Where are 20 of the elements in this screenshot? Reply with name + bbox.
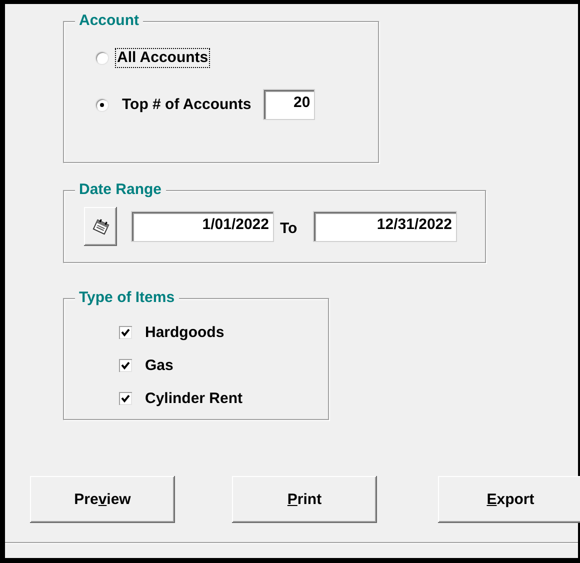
date-field[interactable]: 12/31/2022 (314, 212, 456, 241)
radio-label: All Accounts (115, 48, 210, 68)
checkbox-label: Hardgoods (145, 324, 224, 341)
radio-button[interactable] (96, 52, 108, 64)
export-button[interactable]: Export (438, 476, 580, 523)
date-field[interactable]: 1/01/2022 (132, 212, 273, 241)
checkbox[interactable] (119, 392, 132, 405)
checkbox-label: Gas (145, 357, 174, 374)
preview-button[interactable]: Preview (30, 476, 175, 523)
radio-button[interactable] (96, 98, 108, 110)
calendar-button[interactable] (84, 207, 117, 246)
checkbox[interactable] (119, 359, 132, 372)
count-field[interactable]: 20 (264, 90, 314, 119)
checkbox-label: Cylinder Rent (145, 390, 243, 407)
checkbox[interactable] (119, 326, 132, 339)
group-title: Date Range (75, 181, 166, 199)
to-label: To (280, 220, 298, 237)
print-button[interactable]: Print (232, 476, 377, 523)
group-title: Type of Items (75, 289, 179, 307)
radio-label: Top # of Accounts (121, 94, 252, 114)
